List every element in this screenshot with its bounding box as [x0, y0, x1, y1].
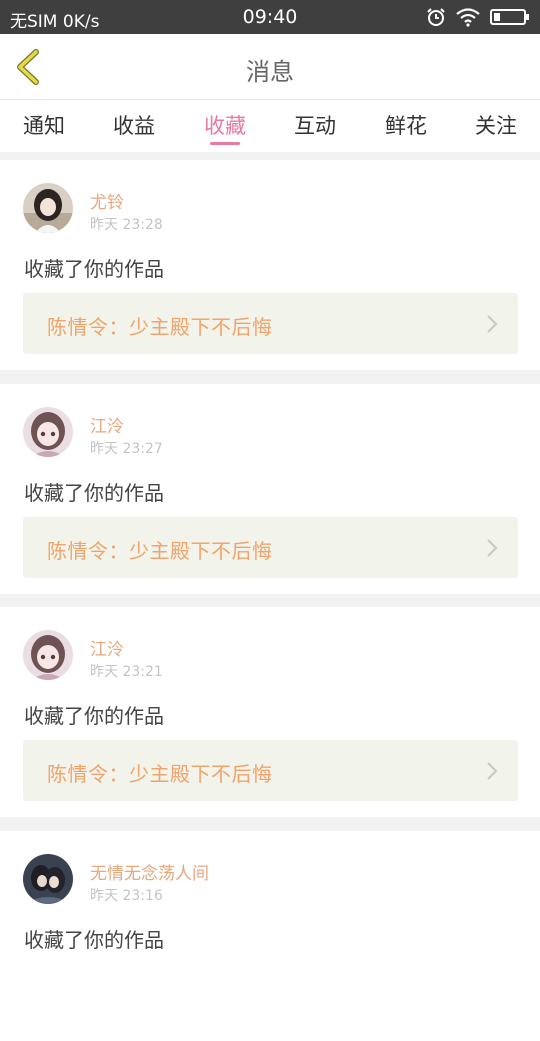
avatar-image — [23, 630, 73, 680]
tab-label: 收益 — [113, 114, 155, 138]
battery-icon — [490, 8, 529, 25]
tab-label: 鲜花 — [385, 114, 427, 138]
tab-notifications[interactable]: 通知 — [23, 110, 65, 140]
avatar-image — [23, 854, 73, 904]
message-card: 江泠 昨天 23:27 收藏了你的作品 陈情令：少主殿下不后悔 — [0, 384, 540, 594]
work-title: 陈情令：少主殿下不后悔 — [47, 762, 273, 786]
avatar-image — [23, 183, 73, 233]
work-link[interactable]: 陈情令：少主殿下不后悔 — [23, 293, 518, 354]
tab-label: 关注 — [475, 114, 517, 138]
wifi-icon — [456, 7, 480, 27]
action-text: 收藏了你的作品 — [24, 928, 164, 952]
tab-label: 互动 — [294, 114, 336, 138]
tab-favorites[interactable]: 收藏 — [204, 110, 246, 145]
avatar-image — [23, 407, 73, 457]
user-name[interactable]: 江泠 — [90, 635, 124, 660]
user-name[interactable]: 尤铃 — [90, 188, 124, 213]
avatar[interactable] — [23, 183, 73, 233]
page-title: 消息 — [246, 58, 294, 86]
tab-interactions[interactable]: 互动 — [294, 110, 336, 140]
status-bar: 无SIM 0K/s 09:40 — [0, 0, 540, 34]
user-name[interactable]: 江泠 — [90, 412, 124, 437]
avatar[interactable] — [23, 630, 73, 680]
work-link[interactable]: 陈情令：少主殿下不后悔 — [23, 740, 518, 801]
header: 消息 — [0, 34, 540, 100]
action-text: 收藏了你的作品 — [24, 704, 164, 728]
timestamp: 昨天 23:21 — [90, 664, 163, 680]
chevron-right-icon — [487, 762, 498, 780]
tab-bar: 通知 收益 收藏 互动 鲜花 关注 — [0, 100, 540, 152]
action-text: 收藏了你的作品 — [24, 257, 164, 281]
chevron-right-icon — [487, 315, 498, 333]
message-card: 江泠 昨天 23:21 收藏了你的作品 陈情令：少主殿下不后悔 — [0, 607, 540, 817]
avatar[interactable] — [23, 407, 73, 457]
tab-following[interactable]: 关注 — [475, 110, 517, 140]
user-name[interactable]: 无情无念荡人间 — [90, 859, 209, 884]
timestamp: 昨天 23:28 — [90, 217, 163, 233]
tab-earnings[interactable]: 收益 — [113, 110, 155, 140]
chevron-right-icon — [487, 539, 498, 557]
work-title: 陈情令：少主殿下不后悔 — [47, 539, 273, 563]
action-text: 收藏了你的作品 — [24, 481, 164, 505]
tab-label: 通知 — [23, 114, 65, 138]
work-link[interactable]: 陈情令：少主殿下不后悔 — [23, 517, 518, 578]
message-card: 无情无念荡人间 昨天 23:16 收藏了你的作品 — [0, 831, 540, 1041]
work-title: 陈情令：少主殿下不后悔 — [47, 315, 273, 339]
message-card: 尤铃 昨天 23:28 收藏了你的作品 陈情令：少主殿下不后悔 — [0, 160, 540, 370]
tab-flowers[interactable]: 鲜花 — [385, 110, 427, 140]
timestamp: 昨天 23:16 — [90, 888, 163, 904]
tab-label: 收藏 — [204, 114, 246, 138]
alarm-icon — [427, 7, 445, 26]
avatar[interactable] — [23, 854, 73, 904]
timestamp: 昨天 23:27 — [90, 441, 163, 457]
status-icons — [422, 6, 530, 28]
active-tab-indicator — [210, 142, 240, 145]
